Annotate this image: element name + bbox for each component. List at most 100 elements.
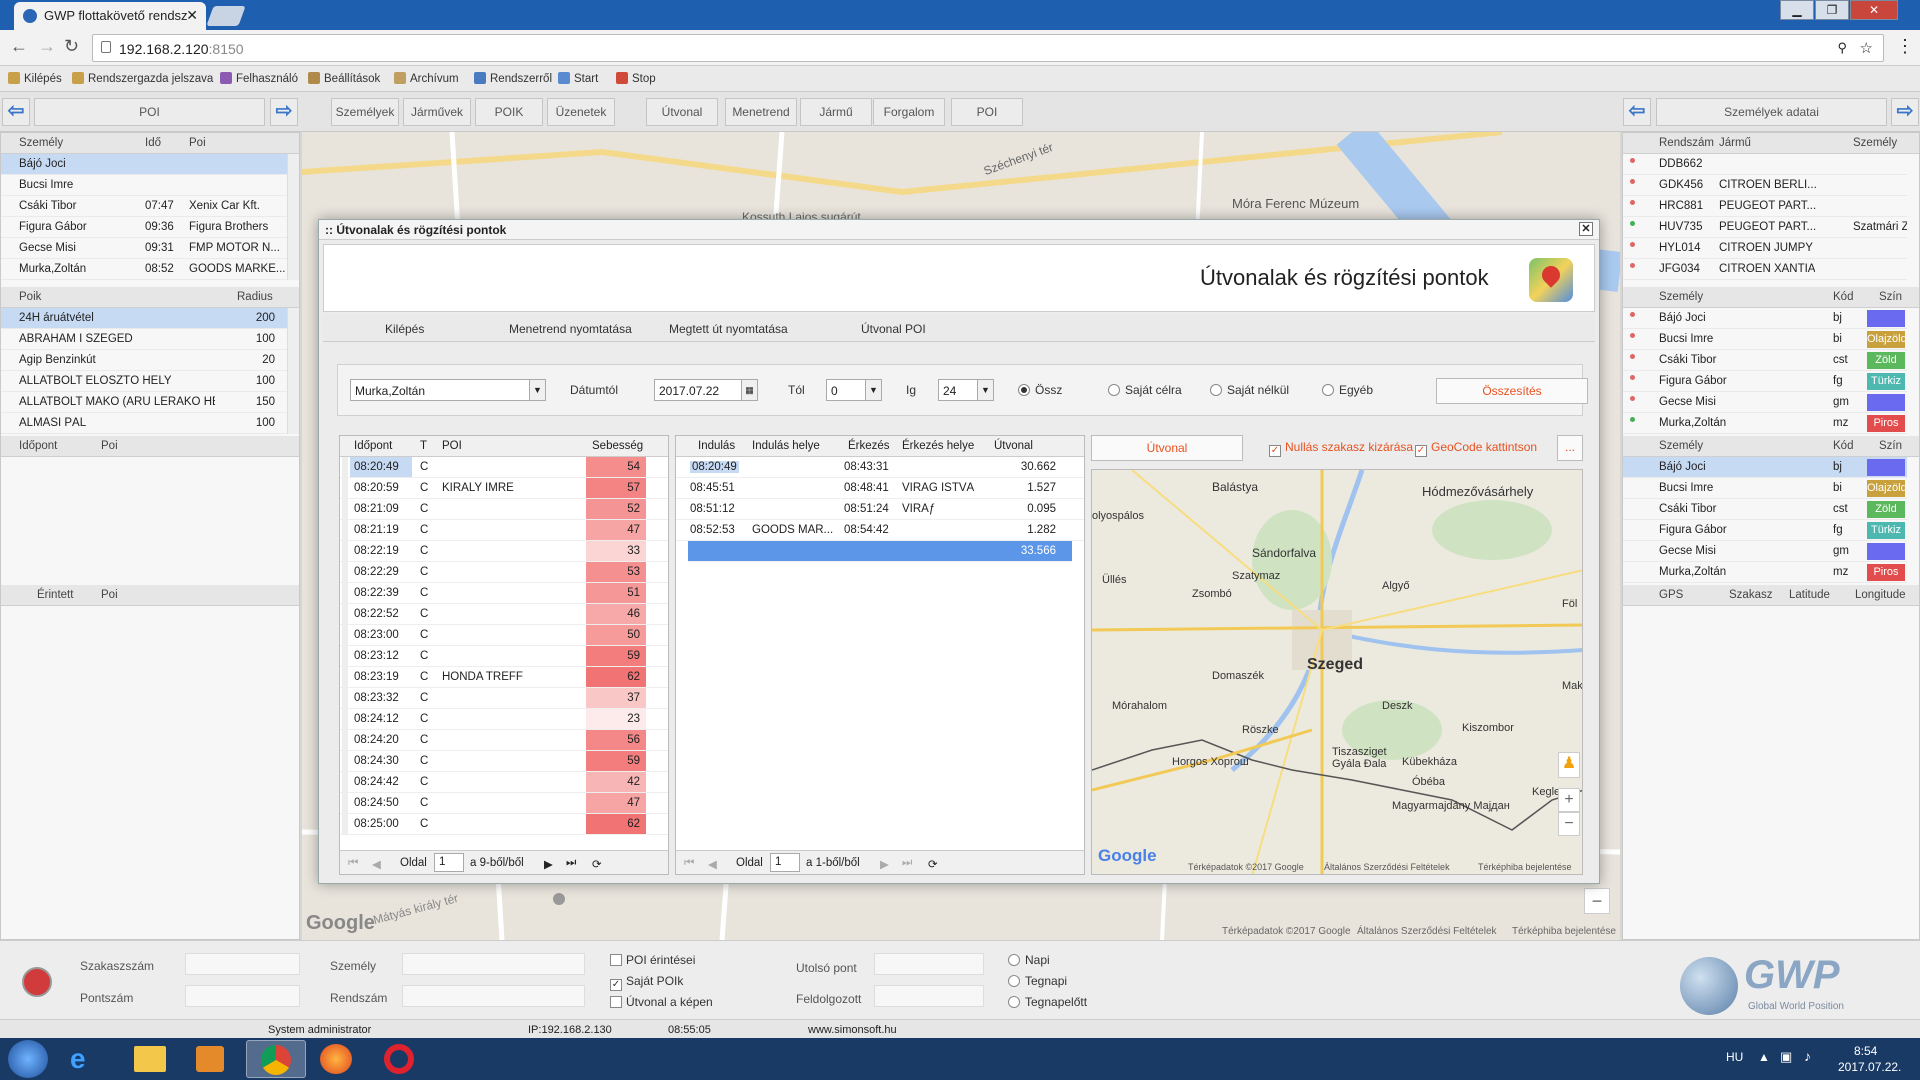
- col-header[interactable]: Kód: [1833, 291, 1853, 303]
- col-header[interactable]: Személy: [1659, 440, 1703, 452]
- first-page-icon[interactable]: ⏮: [684, 857, 694, 870]
- person-field[interactable]: [402, 953, 585, 975]
- person-row[interactable]: Murka,Zoltán 08:52 GOODS MARKE...: [1, 259, 287, 280]
- map-terms-link[interactable]: Általános Szerződési Feltételek: [1324, 862, 1450, 872]
- point-row[interactable]: 08:24:20 C 56: [340, 730, 668, 751]
- point-row[interactable]: 08:22:19 C 33: [340, 541, 668, 562]
- new-tab-button[interactable]: [206, 6, 246, 26]
- opera-icon[interactable]: [384, 1044, 414, 1074]
- col-header[interactable]: Időpont: [19, 440, 57, 452]
- nav-button[interactable]: Üzenetek: [547, 98, 615, 126]
- tray-arrow-icon[interactable]: ▲: [1758, 1050, 1770, 1064]
- person-select[interactable]: Murka,Zoltán ▼: [350, 379, 546, 401]
- scrollbar[interactable]: [287, 154, 299, 280]
- person-row[interactable]: Bucsi Imre: [1, 175, 287, 196]
- bottom-radio[interactable]: Tegnapelőtt: [1008, 995, 1087, 1009]
- bottom-checkbox[interactable]: Útvonal a képen: [610, 995, 713, 1009]
- col-header[interactable]: GPS: [1659, 589, 1683, 601]
- nav-button[interactable]: Járművek: [403, 98, 471, 126]
- browser-tab[interactable]: GWP flottakövető rendsz ✕: [14, 2, 206, 30]
- left-panel-prev-icon[interactable]: ⇦: [2, 98, 30, 126]
- restore-icon[interactable]: ❐: [1815, 0, 1849, 20]
- point-row[interactable]: 08:22:39 C 51: [340, 583, 668, 604]
- col-header[interactable]: Érkezés: [848, 440, 890, 452]
- point-row[interactable]: 08:24:42 C 42: [340, 772, 668, 793]
- person-row[interactable]: Gecse Misi 09:31 FMP MOTOR N...: [1, 238, 287, 259]
- col-header[interactable]: Rendszám: [1659, 137, 1714, 149]
- col-header[interactable]: Latitude: [1789, 589, 1830, 601]
- close-window-icon[interactable]: ✕: [1850, 0, 1898, 20]
- to-select[interactable]: 24 ▼: [938, 379, 994, 401]
- zoom-in-icon[interactable]: +: [1558, 788, 1580, 812]
- points-field[interactable]: [185, 985, 300, 1007]
- segment-field[interactable]: [185, 953, 300, 975]
- col-header[interactable]: Szín: [1879, 440, 1902, 452]
- nav-button[interactable]: POIK: [475, 98, 543, 126]
- toolbar-item[interactable]: Rendszergazda jelszava: [72, 72, 213, 85]
- network-icon[interactable]: ▣: [1780, 1049, 1792, 1065]
- point-row[interactable]: 08:21:09 C 52: [340, 499, 668, 520]
- col-header[interactable]: Szín: [1879, 291, 1902, 303]
- col-header[interactable]: Poik: [19, 291, 41, 303]
- menu-icon[interactable]: ⋮: [1896, 36, 1914, 57]
- map-report-link[interactable]: Térképhiba bejelentése: [1478, 862, 1572, 872]
- forward-icon[interactable]: →: [38, 36, 56, 57]
- people-row[interactable]: Gecse Misi gm: [1623, 392, 1907, 413]
- media-player-icon[interactable]: [196, 1046, 224, 1072]
- people-row[interactable]: Bájó Joci bj: [1623, 308, 1907, 329]
- nav-button[interactable]: Forgalom: [873, 98, 945, 126]
- next-page-icon[interactable]: ▶: [544, 857, 553, 871]
- language-indicator[interactable]: HU: [1726, 1050, 1743, 1064]
- people-row[interactable]: Murka,Zoltán mz Piros: [1623, 413, 1907, 434]
- dialog-close-icon[interactable]: ✕: [1579, 222, 1593, 236]
- summary-button[interactable]: Összesítés: [1436, 378, 1588, 404]
- vehicle-row[interactable]: JFG034 CITROEN XANTIA: [1623, 259, 1907, 280]
- next-page-icon[interactable]: ▶: [880, 857, 889, 871]
- toolbar-item[interactable]: Kilépés: [8, 72, 62, 85]
- poi-row[interactable]: ÁLLATBOLT ELOSZTÓ HELY 100: [1, 371, 287, 392]
- people-row[interactable]: Csáki Tibor cst Zöld: [1623, 350, 1907, 371]
- people-row[interactable]: Figura Gábor fg Türkiz: [1623, 520, 1907, 541]
- radio-all[interactable]: Össz: [1018, 383, 1062, 397]
- status-website[interactable]: www.simonsoft.hu: [808, 1024, 897, 1036]
- map-terms-link[interactable]: Általános Szerződési Feltételek: [1357, 926, 1497, 937]
- toolbar-item[interactable]: Felhasználó: [220, 72, 298, 85]
- menu-print-route[interactable]: Megtett út nyomtatása: [669, 322, 788, 336]
- last-page-icon[interactable]: ⏭: [902, 857, 912, 870]
- right-panel-next-icon[interactable]: ⇨: [1891, 98, 1919, 126]
- trip-row[interactable]: 08:20:49 08:43:31 30.662: [676, 457, 1084, 478]
- right-panel-title[interactable]: Személyek adatai: [1656, 98, 1887, 126]
- col-header[interactable]: Poi: [101, 589, 118, 601]
- radio-own[interactable]: Saját célra: [1108, 383, 1182, 397]
- prev-page-icon[interactable]: ◀: [708, 857, 717, 871]
- people-row[interactable]: Bucsi Imre bi Olajzöld: [1623, 478, 1907, 499]
- nav-button[interactable]: Személyek: [331, 98, 399, 126]
- vehicle-row[interactable]: DDB662: [1623, 154, 1907, 175]
- nav-button[interactable]: Útvonal: [646, 98, 718, 126]
- col-header[interactable]: POI: [442, 440, 462, 452]
- people-row[interactable]: Bucsi Imre bi Olajzöld: [1623, 329, 1907, 350]
- point-row[interactable]: 08:23:32 C 37: [340, 688, 668, 709]
- geocode-checkbox[interactable]: ✓ GeoCode kattintson: [1415, 440, 1537, 457]
- left-panel-title[interactable]: POI: [34, 98, 265, 126]
- col-header[interactable]: Érkezés helye: [902, 440, 974, 452]
- poi-row[interactable]: Agip Benzinkút 20: [1, 350, 287, 371]
- record-status-icon[interactable]: [22, 967, 52, 997]
- route-button[interactable]: Útvonal: [1091, 435, 1243, 461]
- col-header[interactable]: Indulás helye: [752, 440, 820, 452]
- people-row[interactable]: Bájó Joci bj: [1623, 457, 1907, 478]
- bottom-checkbox[interactable]: POI érintései: [610, 953, 695, 967]
- date-field[interactable]: 2017.07.22 ▦: [654, 379, 758, 401]
- explorer-icon[interactable]: [134, 1046, 166, 1072]
- bottom-radio[interactable]: Tegnapi: [1008, 974, 1067, 988]
- toolbar-item[interactable]: Start: [558, 72, 598, 85]
- trip-row[interactable]: 08:51:12 08:51:24 VIRÃƒ 0.095: [676, 499, 1084, 520]
- scrollbar[interactable]: [287, 308, 299, 434]
- point-row[interactable]: 08:22:52 C 46: [340, 604, 668, 625]
- point-row[interactable]: 08:24:30 C 59: [340, 751, 668, 772]
- col-header[interactable]: Indulás: [698, 440, 735, 452]
- page-input[interactable]: 1: [434, 853, 464, 872]
- nav-button[interactable]: POI: [951, 98, 1023, 126]
- vehicle-row[interactable]: HRC881 PEUGEOT PART...: [1623, 196, 1907, 217]
- col-header[interactable]: Szakasz: [1729, 589, 1772, 601]
